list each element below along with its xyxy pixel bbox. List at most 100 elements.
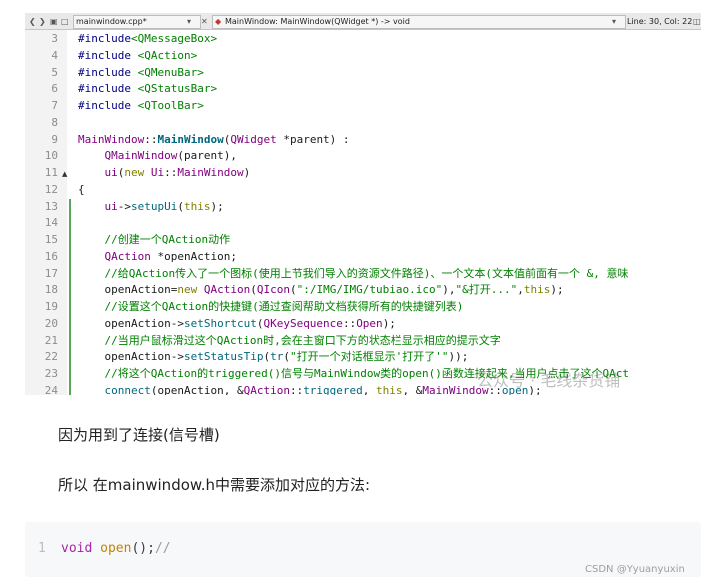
line-number: 11 xyxy=(44,166,58,179)
code-token: #include xyxy=(78,32,131,45)
line-number: 3 xyxy=(51,32,58,45)
code-token: <QMessageBox> xyxy=(130,32,218,45)
code-token: ( xyxy=(289,283,297,297)
code-token: :: xyxy=(144,132,158,146)
code-line: #include <QMenuBar> xyxy=(78,65,204,80)
code-token: setStatusTip xyxy=(183,350,264,364)
code-token: QMainWindow xyxy=(104,149,178,163)
line-number: 16 xyxy=(44,249,58,263)
code-token: QIcon xyxy=(256,283,290,297)
chevron-down-icon[interactable]: ▾ xyxy=(187,15,191,28)
code-token: new xyxy=(177,283,204,297)
code-line: openAction->setShortcut(QKeySequence::Op… xyxy=(78,316,395,331)
code-line: #include <QStatusBar> xyxy=(78,81,217,96)
snippet-line-number: 1 xyxy=(38,541,46,556)
code-line: openAction->setStatusTip(tr("打开一个对话框显示'打… xyxy=(78,349,468,364)
line-number-gutter: 345678910111213141516171819202122232425 xyxy=(25,30,67,395)
line-number: 21 xyxy=(44,333,58,347)
code-line: QMainWindow(parent), xyxy=(78,148,237,163)
code-token: { xyxy=(78,182,85,196)
code-token: setupUi xyxy=(131,199,178,213)
code-token: QKeySequence xyxy=(263,316,343,330)
code-token: //创建一个QAction动作 xyxy=(78,233,231,246)
code-token: ":/IMG/IMG/tubiao.ico" xyxy=(296,283,443,297)
code-line: //创建一个QAction动作 xyxy=(78,232,230,247)
code-line: connect(openAction, &QAction::triggered,… xyxy=(78,383,542,395)
code-token: new xyxy=(124,166,151,179)
code-token: this xyxy=(376,383,403,395)
code-token: "&打开..." xyxy=(455,283,518,297)
line-number: 15 xyxy=(44,233,58,246)
code-token: <QAction> xyxy=(137,48,198,62)
code-token: //给QAction传入了一个图标(使用上节我们导入的资源文件路径)、一个文本(… xyxy=(78,266,629,280)
chevron-down-icon[interactable]: ▾ xyxy=(612,15,616,28)
paragraph-connection: 因为用到了连接(信号槽) xyxy=(58,426,220,444)
code-token: ( xyxy=(250,283,257,297)
code-token: :: xyxy=(164,166,178,179)
code-token: Ui xyxy=(150,166,165,179)
code-token: this xyxy=(523,283,551,297)
code-line: //当用户鼠标滑过这个QAction时,会在主窗口下方的状态栏显示相应的提示文字 xyxy=(78,333,500,348)
code-line: QAction *openAction; xyxy=(78,249,237,264)
code-line: ui->setupUi(this); xyxy=(78,199,224,214)
file-name: mainwindow.cpp* xyxy=(76,17,147,26)
code-line: { xyxy=(78,182,85,197)
code-token: MainWindow xyxy=(177,166,244,179)
code-area[interactable]: #include<QMessageBox> #include <QAction> #… xyxy=(78,30,701,395)
code-token: , xyxy=(517,283,524,297)
code-token: <QMenuBar> xyxy=(137,65,204,79)
code-token: :: xyxy=(342,316,357,330)
csdn-watermark: CSDN @Yyuanyuxin xyxy=(585,564,685,575)
code-token: -> xyxy=(117,199,131,213)
code-token: :: xyxy=(289,383,304,395)
code-token: connect xyxy=(104,383,151,395)
paragraph-method: 所以 在mainwindow.h中需要添加对应的方法: xyxy=(58,476,371,494)
code-token: , xyxy=(362,383,377,395)
function-signature: MainWindow: MainWindow(QWidget *) -> voi… xyxy=(225,17,410,26)
code-token: #include xyxy=(78,48,138,62)
code-token: ( xyxy=(177,199,184,213)
editor-toolbar: ❮ ❯ ▣ □ mainwindow.cpp* ▾ ✕ ◆ MainWindow… xyxy=(25,13,701,30)
change-marker xyxy=(69,199,71,395)
code-token: #include xyxy=(78,82,138,96)
code-line: ui(new Ui::MainWindow) xyxy=(78,165,251,180)
code-token: ); xyxy=(210,199,224,213)
back-arrow-icon[interactable]: ❮ xyxy=(29,15,36,28)
code-token: triggered xyxy=(303,383,363,395)
line-number: 22 xyxy=(44,350,58,364)
line-number: 10 xyxy=(44,149,58,163)
fold-marker-icon[interactable]: ▲ xyxy=(62,170,67,178)
line-number: 19 xyxy=(44,300,58,313)
line-number: 23 xyxy=(44,367,58,380)
split-icon[interactable]: ◫ xyxy=(693,15,701,28)
code-line: openAction=new QAction(QIcon(":/IMG/IMG/… xyxy=(78,282,564,297)
file-icon: □ xyxy=(61,17,69,26)
code-token: QAction xyxy=(104,249,151,263)
cursor-position: Line: 30, Col: 22 xyxy=(627,17,693,26)
line-number: 7 xyxy=(51,99,58,112)
code-token: ) xyxy=(243,166,251,179)
code-token: MainWindow xyxy=(157,132,224,146)
line-number: 12 xyxy=(44,182,58,196)
forward-arrow-icon[interactable]: ❯ xyxy=(39,15,46,28)
code-token: //设置这个QAction的快捷键(通过查阅帮助文档获得所有的快捷键列表) xyxy=(78,300,464,313)
code-token: *openAction; xyxy=(150,249,237,263)
line-number: 14 xyxy=(44,216,58,230)
line-number: 8 xyxy=(51,115,58,129)
line-number: 4 xyxy=(51,48,58,62)
function-icon: ◆ xyxy=(215,17,222,26)
snippet-parens: (); xyxy=(131,541,155,556)
code-token: (parent), xyxy=(177,149,237,163)
code-token: #include xyxy=(78,99,138,112)
line-number: 20 xyxy=(44,316,58,330)
code-token: ); xyxy=(550,283,564,297)
snippet-comment: // xyxy=(154,541,171,556)
code-token: <QStatusBar> xyxy=(137,82,218,96)
code-line: //给QAction传入了一个图标(使用上节我们导入的资源文件路径)、一个文本(… xyxy=(78,266,628,281)
line-number: 18 xyxy=(44,283,58,297)
close-icon[interactable]: ✕ xyxy=(201,15,208,28)
